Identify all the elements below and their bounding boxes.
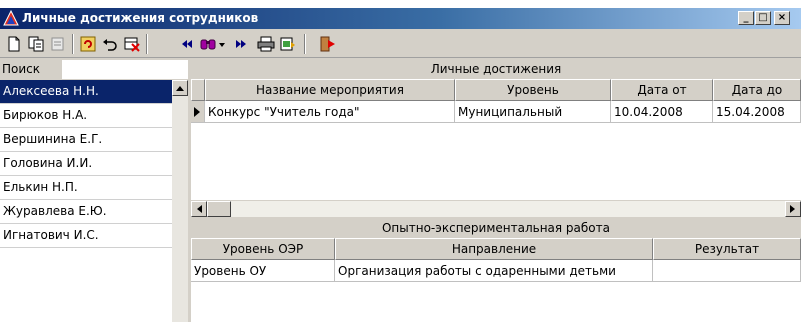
table-cell[interactable]: Уровень ОУ <box>191 260 335 282</box>
table-cell[interactable]: Муниципальный <box>455 101 611 123</box>
edit-icon[interactable] <box>48 34 68 54</box>
list-item[interactable]: Бирюков Н.А. <box>0 104 172 128</box>
list-item[interactable]: Елькин Н.П. <box>0 176 172 200</box>
current-row-arrow-icon <box>194 107 200 117</box>
experimental-title: Опытно-экспериментальная работа <box>191 219 801 237</box>
column-header[interactable]: Результат <box>653 238 801 260</box>
find-dropdown-icon[interactable] <box>216 34 228 54</box>
toolbar-separator <box>72 34 74 54</box>
column-header[interactable]: Дата до <box>713 79 801 101</box>
last-record-icon[interactable] <box>232 34 252 54</box>
arrow-up-icon <box>176 86 184 91</box>
column-header[interactable]: Уровень <box>455 79 611 101</box>
search-label: Поиск <box>0 60 62 79</box>
table-cell[interactable]: Конкурс "Учитель года" <box>205 101 455 123</box>
maximize-button[interactable]: □ <box>755 11 771 25</box>
toolbar <box>0 30 801 58</box>
list-item[interactable]: Журавлева Е.Ю. <box>0 200 172 224</box>
arrow-left-icon <box>197 205 202 213</box>
new-document-icon[interactable] <box>4 34 24 54</box>
title-bar[interactable]: Личные достижения сотрудников _ □ × <box>0 8 801 29</box>
search-input[interactable] <box>62 60 188 79</box>
achievements-grid: Название мероприятия Уровень Дата от Дат… <box>191 79 801 200</box>
employee-list: Алексеева Н.Н. Бирюков Н.А. Вершинина Е.… <box>0 80 172 322</box>
main-window: Личные достижения сотрудников _ □ × Поис… <box>0 8 801 322</box>
scroll-right-button[interactable] <box>785 201 801 217</box>
list-item[interactable]: Алексеева Н.Н. <box>0 80 172 104</box>
exit-icon[interactable] <box>318 34 338 54</box>
undo-icon[interactable] <box>100 34 120 54</box>
window-title: Личные достижения сотрудников <box>22 11 259 25</box>
achievements-title: Личные достижения <box>191 60 801 78</box>
list-scrollbar[interactable] <box>172 80 188 322</box>
table-cell[interactable]: Организация работы с одаренными детьми <box>335 260 653 282</box>
column-header[interactable]: Дата от <box>611 79 713 101</box>
minimize-button[interactable]: _ <box>738 11 754 25</box>
table-cell[interactable]: 10.04.2008 <box>611 101 713 123</box>
achievements-hscrollbar[interactable] <box>191 200 801 217</box>
column-header[interactable]: Уровень ОЭР <box>191 238 335 260</box>
scroll-left-button[interactable] <box>191 201 207 217</box>
experimental-grid: Уровень ОЭР Направление Результат Уровен… <box>191 238 801 322</box>
list-item[interactable]: Игнатович И.С. <box>0 224 172 248</box>
delete-icon[interactable] <box>122 34 142 54</box>
column-header[interactable]: Название мероприятия <box>205 79 455 101</box>
table-cell[interactable]: 15.04.2008 <box>713 101 801 123</box>
close-button[interactable]: × <box>774 11 790 25</box>
app-icon <box>3 10 19 26</box>
row-indicator[interactable] <box>191 101 205 123</box>
list-item[interactable]: Головина И.И. <box>0 152 172 176</box>
list-item[interactable]: Вершинина Е.Г. <box>0 128 172 152</box>
first-record-icon[interactable] <box>176 34 196 54</box>
print-icon[interactable] <box>256 34 276 54</box>
refresh-icon[interactable] <box>78 34 98 54</box>
copy-icon[interactable] <box>26 34 46 54</box>
find-icon[interactable] <box>198 34 218 54</box>
scroll-up-button[interactable] <box>172 80 188 96</box>
toolbar-separator <box>146 34 148 54</box>
export-icon[interactable] <box>278 34 298 54</box>
column-header[interactable]: Направление <box>335 238 653 260</box>
toolbar-separator <box>304 34 306 54</box>
table-cell[interactable] <box>653 260 801 282</box>
scroll-thumb[interactable] <box>207 201 231 217</box>
arrow-right-icon <box>790 205 795 213</box>
row-indicator-header <box>191 79 205 101</box>
